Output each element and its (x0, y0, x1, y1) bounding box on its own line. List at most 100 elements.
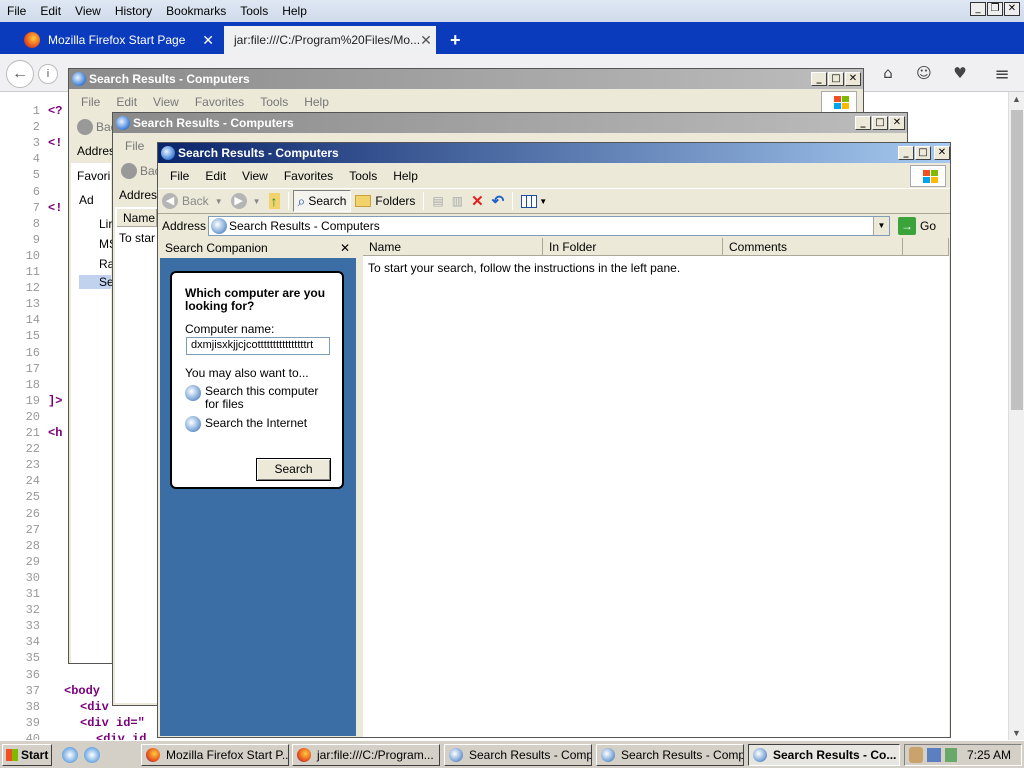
ff-menu-file[interactable]: File (0, 4, 33, 18)
ff-menu-help[interactable]: Help (275, 4, 314, 18)
folders-button[interactable]: Folders (351, 194, 419, 208)
menu-file[interactable]: File (162, 169, 197, 183)
search-submit-button[interactable]: Search (256, 458, 331, 481)
fav-add[interactable]: Ad (79, 193, 94, 207)
tray-agent-icon[interactable] (909, 747, 923, 763)
column-comments[interactable]: Comments (723, 238, 903, 256)
column-name[interactable]: Name (117, 209, 157, 227)
menu-favorites[interactable]: Favorites (276, 169, 341, 183)
dropdown-arrow-icon: ▼ (252, 196, 261, 206)
address-field[interactable]: Search Results - Computers ▼ (208, 216, 890, 236)
source-code-text: <! (48, 136, 63, 151)
line-number: 3 (32, 136, 40, 151)
ie-quicklaunch-icon[interactable] (62, 747, 78, 763)
menu-help[interactable]: Help (296, 95, 337, 109)
task-search-results-1[interactable]: Search Results - Comp... (444, 744, 592, 766)
task-jar-file[interactable]: jar:file:///C:/Program... (292, 744, 440, 766)
line-number: 7 (32, 200, 40, 215)
back-button[interactable]: Bac (121, 163, 161, 179)
up-folder-button[interactable]: ↑ (265, 193, 284, 209)
smiley-icon[interactable]: ☺ (914, 64, 934, 84)
menu-view[interactable]: View (234, 169, 276, 183)
menu-help[interactable]: Help (385, 169, 426, 183)
search-button[interactable]: ⌕ Search (292, 190, 352, 212)
line-number: 24 (25, 474, 40, 489)
minimize-button[interactable]: _ (811, 72, 827, 86)
vertical-scrollbar[interactable]: ▲ ▼ (1008, 92, 1024, 740)
firefox-icon (146, 748, 160, 762)
task-search-results-3[interactable]: Search Results - Co... (748, 744, 900, 766)
close-button[interactable]: ✕ (934, 146, 950, 160)
close-icon[interactable]: ✕ (340, 238, 350, 258)
line-number: 30 (25, 570, 40, 585)
search-computer-link[interactable]: Search this computer for files (185, 385, 335, 411)
task-search-results-2[interactable]: Search Results - Comp... (596, 744, 744, 766)
move-to-button[interactable]: ▤ (428, 194, 447, 208)
go-button[interactable]: → Go (898, 217, 936, 235)
ie-quicklaunch-icon-2[interactable] (84, 747, 100, 763)
forward-button[interactable]: ▶ ▼ (227, 193, 265, 209)
ff-menu-edit[interactable]: Edit (33, 4, 68, 18)
menu-view[interactable]: View (145, 95, 187, 109)
maximize-button[interactable]: □ (872, 116, 888, 130)
back-arrow-icon[interactable]: ← (6, 60, 34, 88)
column-in-folder[interactable]: In Folder (543, 238, 723, 256)
menu-tools[interactable]: Tools (252, 95, 296, 109)
tab-jar-file[interactable]: jar:file:///C:/Program%20Files/Mo... ✕ (224, 26, 436, 54)
ff-close-button[interactable]: ✕ (1004, 2, 1020, 16)
ff-menu-history[interactable]: History (108, 4, 159, 18)
ff-menu-view[interactable]: View (68, 4, 108, 18)
tray-volume-icon[interactable] (945, 748, 957, 762)
windows-flag-icon (6, 749, 18, 761)
ff-restore-button[interactable]: ❐ (987, 2, 1003, 16)
scroll-up-arrow-icon[interactable]: ▲ (1012, 94, 1021, 104)
copy-to-button[interactable]: ▥ (448, 194, 467, 208)
back-button[interactable]: ◀ Back ▼ (158, 193, 227, 209)
menu-file[interactable]: File (73, 95, 108, 109)
column-name[interactable]: Name (363, 238, 543, 256)
task-firefox-start[interactable]: Mozilla Firefox Start P... (141, 744, 289, 766)
maximize-button[interactable]: □ (828, 72, 844, 86)
tab-firefox-start[interactable]: Mozilla Firefox Start Page ✕ (14, 26, 224, 54)
fav-search[interactable]: Se (79, 275, 114, 289)
start-button[interactable]: Start (2, 744, 52, 766)
close-icon[interactable]: ✕ (420, 32, 432, 49)
back-arrow-icon (121, 163, 137, 179)
hamburger-menu-icon[interactable]: ≡ (992, 64, 1012, 85)
address-dropdown-icon[interactable]: ▼ (873, 217, 889, 235)
menu-file[interactable]: File (117, 139, 152, 153)
menu-favorites[interactable]: Favorites (187, 95, 252, 109)
computer-name-input[interactable]: dxmjisxkjjcjcottttttttttttttttrt (186, 337, 330, 355)
minimize-button[interactable]: _ (898, 146, 914, 160)
close-button[interactable]: ✕ (845, 72, 861, 86)
line-number: 28 (25, 538, 40, 553)
line-number: 38 (25, 699, 40, 714)
minimize-button[interactable]: _ (855, 116, 871, 130)
close-icon[interactable]: ✕ (202, 32, 214, 49)
address-value: Search Results - Computers (229, 219, 380, 233)
search-internet-link[interactable]: Search the Internet (185, 416, 335, 432)
close-button[interactable]: ✕ (889, 116, 905, 130)
menu-edit[interactable]: Edit (197, 169, 234, 183)
new-tab-button[interactable]: + (440, 26, 470, 54)
back-button[interactable]: Bac (77, 119, 117, 135)
scrollbar-thumb[interactable] (1011, 110, 1023, 410)
menu-edit[interactable]: Edit (108, 95, 145, 109)
scroll-down-arrow-icon[interactable]: ▼ (1012, 728, 1021, 738)
ff-minimize-button[interactable]: _ (970, 2, 986, 16)
menu-tools[interactable]: Tools (341, 169, 385, 183)
firefox-menubar: File Edit View History Bookmarks Tools H… (0, 0, 1024, 22)
ff-menu-bookmarks[interactable]: Bookmarks (159, 4, 233, 18)
ff-menu-tools[interactable]: Tools (233, 4, 275, 18)
views-button[interactable]: ▼ (517, 194, 551, 208)
line-number: 2 (32, 120, 40, 135)
pocket-icon[interactable]: ♥ (950, 64, 970, 84)
fav-links[interactable]: Lir (99, 217, 112, 231)
undo-button[interactable]: ↶ (488, 192, 509, 210)
search-heading: Which computer are you looking for? (185, 286, 326, 313)
info-icon[interactable]: i (38, 64, 58, 84)
delete-button[interactable]: ✕ (467, 192, 488, 210)
home-icon[interactable]: ⌂ (878, 64, 898, 84)
maximize-button[interactable]: □ (915, 146, 931, 160)
tray-network-icon[interactable] (927, 748, 941, 762)
